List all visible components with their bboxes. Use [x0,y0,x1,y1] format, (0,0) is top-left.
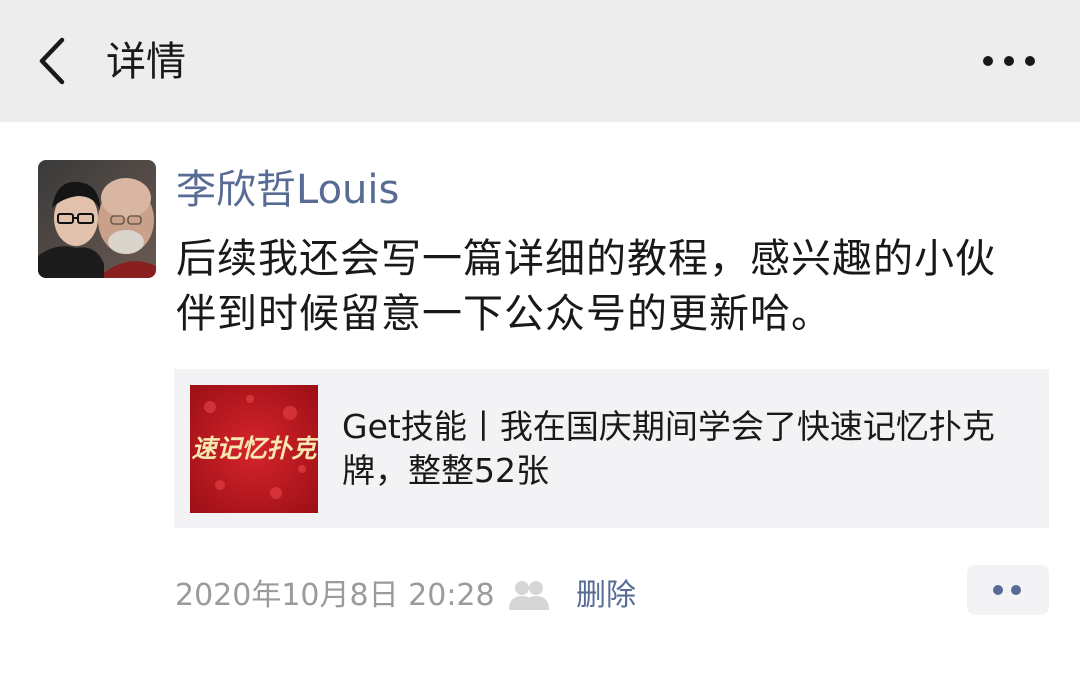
post-text: 后续我还会写一篇详细的教程，感兴趣的小伙伴到时候留意一下公众号的更新哈。 [176,236,996,337]
shared-article-card[interactable]: 速记忆扑克 Get技能丨我在国庆期间学会了快速记忆扑克牌，整整52张 [174,369,1049,528]
more-button[interactable] [978,44,1042,80]
post-timestamp: 2020年10月8日 20:28 [175,578,495,613]
comment-like-menu-button[interactable] [967,565,1049,615]
post-author[interactable]: 李欣哲Louis [176,162,399,218]
avatar[interactable] [38,160,156,278]
page-title: 详情 [106,39,186,85]
thumbnail-text: 速记忆扑克 [191,434,318,463]
friends-icon [506,578,552,612]
article-title: Get技能丨我在国庆期间学会了快速记忆扑克牌，整整52张 [342,407,995,490]
article-thumbnail: 速记忆扑克 [190,385,318,513]
back-button[interactable] [30,34,74,88]
more-dots-icon [983,56,1035,66]
chevron-left-icon [39,37,65,85]
delete-button[interactable]: 删除 [576,574,636,618]
top-bar: 详情 [0,0,1080,122]
comment-like-menu-icon-dot [1011,585,1021,595]
avatar-photo [38,160,156,278]
comment-like-menu-icon [993,585,1003,595]
